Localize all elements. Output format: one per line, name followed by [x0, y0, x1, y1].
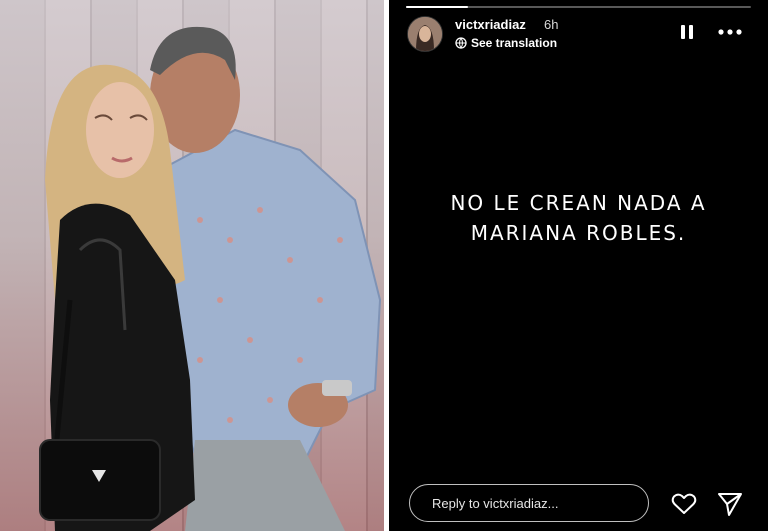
story-progress-bar [406, 6, 751, 8]
story-time: 6h [544, 17, 559, 32]
heart-icon[interactable] [671, 492, 697, 516]
send-icon[interactable] [717, 491, 743, 517]
see-translation-button[interactable]: See translation [455, 36, 557, 50]
globe-icon [455, 37, 467, 49]
story-progress-fill [406, 6, 469, 8]
story-text-line-2: MARIANA ROBLES. [470, 221, 687, 245]
see-translation-label: See translation [471, 36, 558, 50]
reply-input[interactable]: Reply to victxriadiaz... [409, 484, 649, 522]
avatar-image [408, 17, 442, 51]
story-photo [0, 0, 384, 531]
avatar[interactable] [407, 16, 443, 52]
story-text-line-1: NO LE CREAN NADA A [450, 191, 707, 215]
instagram-story: victxriadiaz 6h See translation NO LE CR… [389, 0, 768, 531]
more-icon[interactable] [717, 23, 743, 41]
story-username[interactable]: victxriadiaz [455, 17, 526, 32]
pause-icon[interactable] [679, 24, 695, 40]
story-text: NO LE CREAN NADA A MARIANA ROBLES. [389, 188, 768, 248]
photo-illustration [39, 26, 382, 531]
reply-placeholder: Reply to victxriadiaz... [432, 495, 559, 511]
